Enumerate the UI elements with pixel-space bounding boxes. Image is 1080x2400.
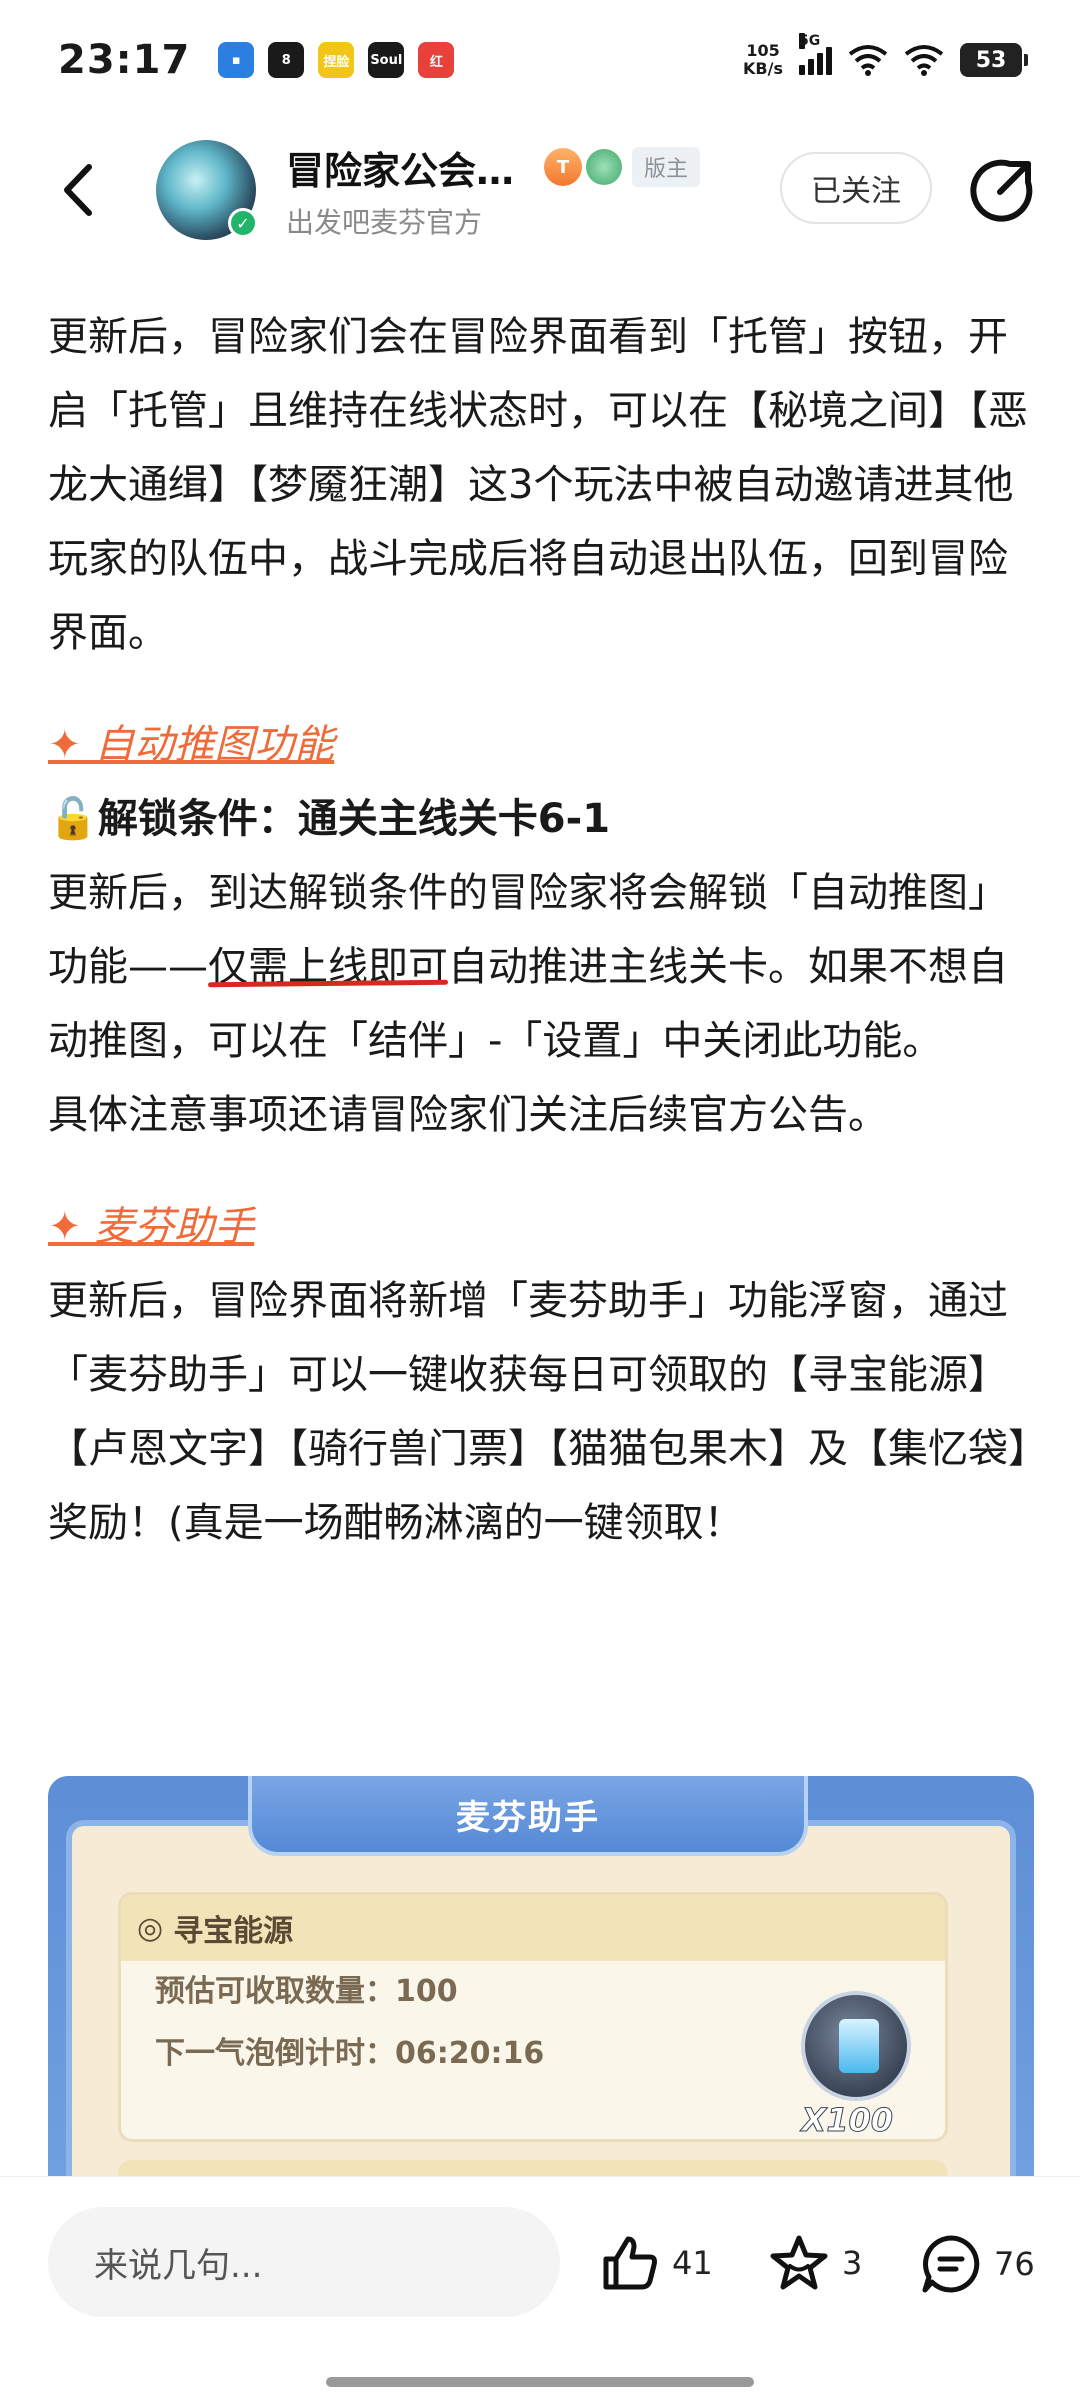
moderator-badge: 版主 [632, 147, 701, 187]
rune-text-box: 卢恩文字 [118, 2160, 948, 2176]
paragraph-muffin-assistant: 更新后，冒险界面将新增「麦芬助手」功能浮窗，通过「麦芬助手」可以一键收获每日可领… [48, 1278, 1028, 1546]
section-title-auto-push: ✦ 自动推图功能 [48, 722, 335, 768]
comment-bubble-icon [922, 2235, 980, 2293]
paragraph-hosting: 更新后，冒险家们会在冒险界面看到「托管」按钮，开启「托管」且维持在线状态时，可以… [48, 314, 1028, 656]
wifi-icon-secondary [904, 45, 944, 76]
energy-item-icon [801, 1991, 911, 2101]
notification-icons: ▪ 8 捏脸 Soul 红 [218, 42, 455, 78]
comment-input[interactable]: 来说几句... [48, 2207, 560, 2317]
account-avatar[interactable]: ✓ [156, 140, 258, 240]
signal-label: 5G [799, 33, 821, 49]
comment-button[interactable]: 76 [920, 2233, 1035, 2295]
like-count: 41 [672, 2244, 713, 2282]
status-bar: 23:17 ▪ 8 捏脸 Soul 红 105 KB/s 5G 53 [0, 0, 1080, 120]
underlined-text: 仅需上线即可 [208, 944, 448, 990]
back-arrow-icon [64, 164, 92, 216]
level-badge-icon: T [544, 148, 583, 186]
account-subtitle: 出发吧麦芬官方 [286, 205, 483, 239]
notification-app-icon: 8 [268, 42, 305, 78]
verified-check-icon: ✓ [228, 208, 258, 238]
account-name[interactable]: 冒险家公会… [286, 140, 514, 195]
star-icon [770, 2235, 828, 2290]
treasure-energy-title: 寻宝能源 [173, 1914, 294, 1949]
network-speed-unit: KB/s [743, 59, 783, 78]
cellular-signal-icon: 5G [799, 33, 832, 75]
battery-icon: 53 [960, 43, 1028, 77]
treasure-energy-header: ◎ 寻宝能源 [121, 1895, 945, 1961]
game-panel-title: 麦芬助手 [248, 1776, 808, 1856]
paragraph-notice: 具体注意事项还请冒险家们关注后续官方公告。 [48, 1092, 888, 1138]
game-screenshot-image[interactable]: 麦芬助手 ◎ 寻宝能源 预估可收取数量：100 下一气泡倒计时：06:20:16… [48, 1776, 1034, 2176]
unlock-condition-text: 解锁条件：通关主线关卡6-1 [97, 796, 611, 842]
favorite-count: 3 [842, 2244, 863, 2282]
home-indicator[interactable] [326, 2377, 754, 2387]
energy-item-count: X100 [801, 2101, 893, 2140]
account-info[interactable]: 冒险家公会… T 版主 出发吧麦芬官方 [286, 140, 701, 241]
notification-app-icon: Soul [368, 42, 405, 78]
comment-count: 76 [994, 2245, 1035, 2283]
back-button[interactable] [48, 160, 108, 220]
like-button[interactable]: 41 [600, 2233, 713, 2293]
treasure-energy-box: ◎ 寻宝能源 预估可收取数量：100 下一气泡倒计时：06:20:16 X100 [118, 1892, 948, 2142]
follow-button[interactable]: 已关注 [780, 152, 932, 224]
status-time: 23:17 [58, 37, 191, 83]
notification-app-icon: 捏脸 [318, 42, 355, 78]
wifi-icon [848, 45, 888, 76]
share-icon[interactable] [970, 158, 1034, 222]
status-right: 105 KB/s 5G 53 [743, 33, 1028, 78]
post-header: ✓ 冒险家公会… T 版主 出发吧麦芬官方 已关注 [0, 130, 1080, 250]
bottom-action-bar: 来说几句... 41 3 76 [0, 2176, 1080, 2400]
favorite-button[interactable]: 3 [768, 2233, 862, 2293]
paragraph-auto-push: 更新后，到达解锁条件的冒险家将会解锁「自动推图」功能——仅需上线即可自动推进主线… [48, 856, 1038, 1078]
section-title-muffin-assistant: ✦ 麦芬助手 [48, 1204, 255, 1250]
swirl-icon: ◎ [137, 1910, 164, 1946]
thumbs-up-icon [603, 2236, 657, 2290]
network-speed-value: 105 [746, 41, 780, 60]
notification-app-icon: ▪ [218, 42, 255, 78]
medal-badge-icon [586, 149, 623, 185]
post-content: 更新后，冒险家们会在冒险界面看到「托管」按钮，开启「托管」且维持在线状态时，可以… [48, 300, 1038, 1598]
unlock-condition: 🔓解锁条件：通关主线关卡6-1 [48, 782, 1038, 856]
notification-app-icon: 红 [418, 42, 455, 78]
network-speed: 105 KB/s [743, 42, 783, 78]
unlock-icon: 🔓 [48, 796, 98, 842]
